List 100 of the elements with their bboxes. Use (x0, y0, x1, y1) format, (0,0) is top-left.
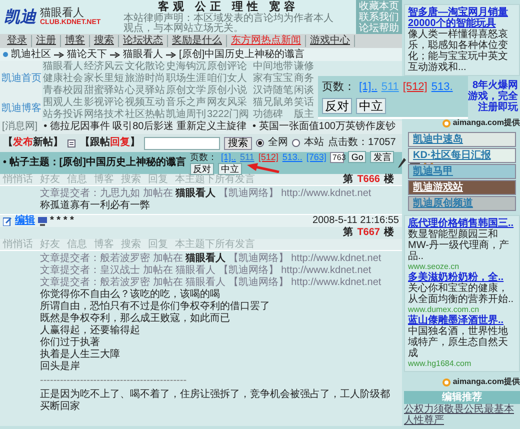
page-link[interactable]: [763] (306, 151, 326, 163)
channel-link[interactable]: 社区热帖 (124, 109, 165, 121)
channel-link[interactable]: 家有宝宝 (252, 73, 293, 85)
channel-link[interactable]: 家长里短 (83, 73, 124, 85)
channel-link[interactable]: 网络技术 (83, 109, 124, 121)
post-tool-link[interactable]: 悄悄话 (3, 174, 33, 185)
post-button[interactable]: 发言 (370, 151, 394, 163)
banner-link[interactable]: 凯迪原创频道 (408, 196, 516, 211)
banner-link[interactable]: KD·社区每日汇报 (408, 148, 516, 163)
menu-item[interactable]: 搜索 (90, 35, 119, 47)
post-tool-link[interactable]: 好友 (40, 174, 60, 185)
vote-button[interactable]: 反对 (322, 98, 352, 114)
breadcrumb-link[interactable]: 猫论天下 (67, 48, 107, 60)
channel-link[interactable]: 围观人生 (42, 97, 83, 109)
channel-link[interactable]: 视频互动 (124, 97, 165, 109)
header-link[interactable]: 论坛帮助 (359, 22, 399, 34)
page-link[interactable]: 513. (431, 80, 453, 94)
breadcrumb-link[interactable]: [原创]中国历史上神秘的谶言 (179, 48, 305, 60)
menu-item[interactable]: 奖励是什么 (168, 35, 227, 47)
page-link[interactable]: 511 (240, 151, 254, 163)
channel-link[interactable]: 3222门阀 (206, 109, 252, 121)
news-link[interactable]: • 德拉尼因事件 吸引80后影迷 重新定义主旋律 (44, 121, 247, 134)
channel-group-link[interactable]: 凯迪首页 (0, 61, 42, 97)
action-link[interactable]: 【发布新帖】 (3, 137, 63, 149)
banner-link[interactable]: 凯迪中速岛 (408, 132, 516, 147)
channel-link[interactable]: 汉诗随笔 (252, 85, 293, 97)
header-link[interactable]: 联系我们 (359, 12, 399, 22)
go-button[interactable]: Go (348, 151, 366, 163)
channel-link[interactable]: 文化散论 (124, 61, 165, 73)
channel-link[interactable]: 商务 (293, 73, 315, 85)
channel-link[interactable]: 网友风采 (206, 97, 252, 109)
channel-link[interactable]: 音乐之声 (165, 97, 206, 109)
channel-link[interactable]: 原创小说 (206, 85, 252, 97)
page-link[interactable]: 513.. (282, 151, 302, 163)
vote-button[interactable]: 中立 (218, 163, 242, 175)
post-tool-link[interactable]: 博客 (94, 239, 114, 250)
channel-link[interactable]: 青春校园 (42, 85, 83, 97)
menu-item[interactable]: 登录 (3, 35, 32, 47)
page-link[interactable]: [512] (402, 80, 428, 94)
ad-link[interactable]: 底代理价格销售韩国三.. (408, 218, 516, 229)
radio-button[interactable] (256, 139, 264, 147)
channel-link[interactable]: 闲谈 (293, 85, 315, 97)
news-link[interactable]: • 英国一张面值100万英镑作废钞 (252, 121, 396, 134)
edit-link[interactable]: 编辑 (15, 215, 35, 227)
channel-link[interactable]: 旅游时尚 (124, 73, 165, 85)
breadcrumb-link[interactable]: 凯迪社区 (11, 48, 51, 60)
banner-link[interactable]: 凯迪游戏站 (408, 180, 516, 195)
channel-link[interactable]: 谦修 (293, 61, 315, 73)
channel-link[interactable]: 原创评论 (206, 61, 252, 73)
channel-link[interactable]: 健康社会 (42, 73, 83, 85)
post-tool-link[interactable]: 搜索 (121, 174, 141, 185)
channel-link[interactable]: 笑话 (293, 97, 315, 109)
ad-link[interactable]: 智多唐—淘宝网月销量20000个的智能玩具 (408, 7, 516, 29)
page-link[interactable]: [512] (258, 151, 278, 163)
channel-link[interactable]: 站务投诉 (42, 109, 83, 121)
channel-link[interactable]: 猫兄鼠弟 (252, 97, 293, 109)
channel-link[interactable]: 心灵驿站 (124, 85, 165, 97)
vote-button[interactable]: 反对 (190, 163, 214, 175)
channel-link[interactable]: 甜蜜驿站 (83, 85, 124, 97)
channel-link[interactable]: 经济风云 (83, 61, 124, 73)
menu-item[interactable]: 东方网热点新闻 (227, 35, 306, 47)
menu-item[interactable]: 博客 (61, 35, 90, 47)
post-tool-link[interactable]: 信息 (67, 239, 87, 250)
post-tool-link[interactable]: 回复 (148, 174, 168, 185)
channel-link[interactable]: 职场生涯 (165, 73, 206, 85)
channel-link[interactable]: 咱们女人 (206, 73, 252, 85)
post-tool-link[interactable]: 博客 (94, 174, 114, 185)
channel-link[interactable]: 版主 (293, 109, 315, 121)
channel-link[interactable]: 中间地带 (252, 61, 293, 73)
ad-link[interactable]: 蓝山傣雕墨泽酒世界.. (408, 315, 516, 326)
ad-link[interactable]: 多美滋奶粉奶粉，全.. (408, 272, 516, 283)
page-link[interactable]: 511 (381, 80, 399, 94)
post-tool-link[interactable]: 信息 (67, 174, 87, 185)
channel-link[interactable]: 原创文学 (165, 85, 206, 97)
channel-link[interactable]: 史海钩沉 (165, 61, 206, 73)
banner-link[interactable]: 凯迪马甲 (408, 164, 516, 179)
breadcrumb-link[interactable]: 猫眼看人 (123, 48, 163, 60)
page-link[interactable]: [1].. (359, 80, 378, 94)
channel-link[interactable]: 猫眼看人 (42, 61, 83, 73)
radio-button[interactable] (292, 139, 300, 147)
post-tool-link[interactable]: 本主题下所有发言 (175, 239, 255, 250)
channel-link[interactable]: 凯迪周刊 (165, 109, 206, 121)
action-link[interactable]: 【跟帖回复】 (80, 137, 140, 149)
post-tool-link[interactable]: 本主题下所有发言 (175, 174, 255, 185)
search-field[interactable] (144, 136, 220, 150)
menu-item[interactable]: 注册 (32, 35, 61, 47)
page-link[interactable]: [1].. (220, 151, 236, 163)
vote-button[interactable]: 中立 (356, 98, 386, 114)
recommend-link[interactable]: 公权力须敬畏公民最基本人性尊严 (404, 404, 520, 426)
header-link[interactable]: 收藏本页 (359, 0, 399, 12)
menu-item[interactable]: 游戏中心 (306, 35, 355, 47)
channel-link[interactable]: 影视评论 (83, 97, 124, 109)
post-tool-link[interactable]: 悄悄话 (3, 239, 33, 250)
post-tool-link[interactable]: 搜索 (121, 239, 141, 250)
post-tool-link[interactable]: 回复 (148, 239, 168, 250)
menu-item[interactable]: 论坛状态 (119, 35, 168, 47)
channel-link[interactable]: 功德碑 (252, 109, 293, 121)
channel-group-link[interactable]: 凯迪博客 (0, 97, 42, 121)
post-tool-link[interactable]: 好友 (40, 239, 60, 250)
search-button[interactable]: 搜索 (224, 136, 252, 150)
